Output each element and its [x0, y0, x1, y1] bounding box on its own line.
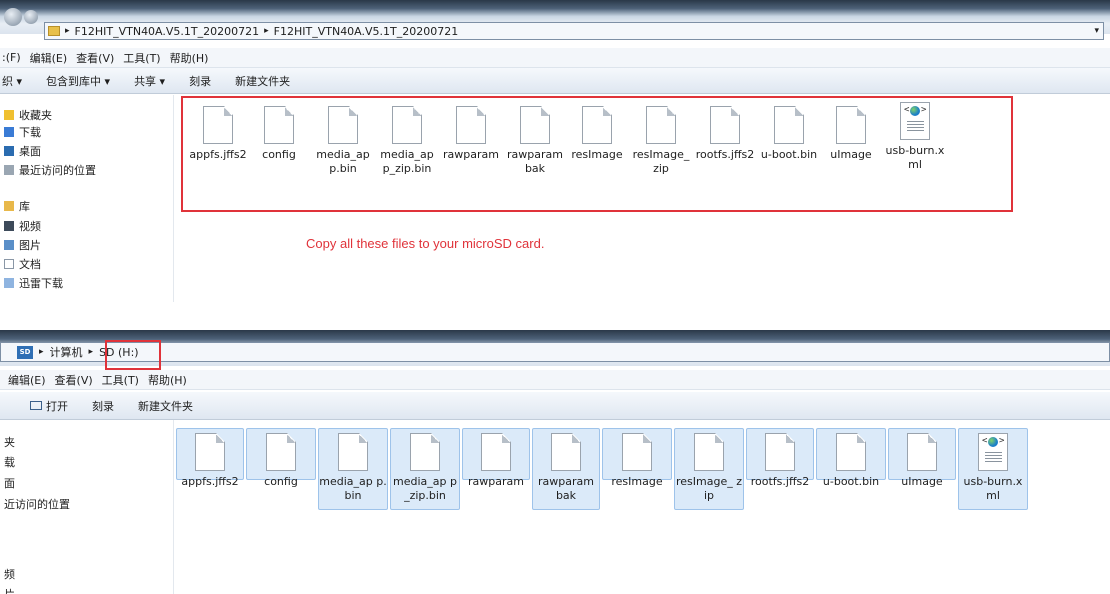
instruction-note: Copy all these files to your microSD car… — [306, 236, 545, 251]
menu-view[interactable]: 查看(V) — [76, 50, 114, 66]
bottom-nav-pane: 夹 载 面 近访问的位置 频 片 — [0, 420, 174, 594]
nav-pictures[interactable]: 片 — [4, 586, 15, 594]
file-icon — [836, 433, 866, 471]
nav-thunder-downloads[interactable]: 迅雷下载 — [4, 275, 63, 291]
nav-videos[interactable]: 视频 — [4, 218, 41, 234]
file-media-app-bin[interactable]: media_ap p.bin — [318, 428, 388, 510]
star-icon — [4, 110, 14, 120]
menu-tools[interactable]: 工具(T) — [123, 50, 160, 66]
nav-favorites[interactable]: 夹 — [4, 434, 15, 450]
breadcrumb-item[interactable]: F12HIT_VTN40A.V5.1T_20200721 — [274, 25, 459, 38]
highlight-box — [181, 96, 1013, 212]
file-config[interactable]: config — [246, 428, 316, 488]
nav-desktop[interactable]: 桌面 — [4, 143, 41, 159]
menu-view[interactable]: 查看(V) — [55, 372, 93, 388]
new-folder-button[interactable]: 新建文件夹 — [235, 73, 290, 89]
library-icon — [4, 201, 14, 211]
file-icon — [622, 433, 652, 471]
open-button[interactable]: 打开 — [46, 398, 68, 414]
top-nav-buttons[interactable] — [4, 8, 42, 26]
highlight-box-sd — [105, 340, 161, 370]
recent-icon — [4, 165, 14, 175]
menu-file[interactable]: :(F) — [2, 51, 21, 64]
top-address-bar[interactable]: ▸ F12HIT_VTN40A.V5.1T_20200721 ▸ F12HIT_… — [44, 22, 1104, 40]
file-icon — [410, 433, 440, 471]
share-button[interactable]: 共享 ▾ — [134, 73, 165, 89]
burn-button[interactable]: 刻录 — [189, 73, 211, 89]
nav-downloads[interactable]: 下载 — [4, 124, 41, 140]
nav-libraries[interactable]: 库 — [4, 198, 30, 214]
forward-icon[interactable] — [24, 10, 38, 24]
top-nav-pane: 收藏夹 下载 桌面 最近访问的位置 库 视频 图片 文档 迅雷下载 — [0, 95, 174, 302]
new-folder-button[interactable]: 新建文件夹 — [138, 398, 193, 414]
file-rawparam-bak[interactable]: rawparam bak — [532, 428, 600, 510]
organize-button[interactable]: 织 ▾ — [2, 73, 22, 89]
file-icon — [481, 433, 511, 471]
download-icon — [4, 127, 14, 137]
file-icon — [195, 433, 225, 471]
video-icon — [4, 221, 14, 231]
bottom-toolbar: 打开 刻录 新建文件夹 — [0, 392, 1110, 420]
nav-videos[interactable]: 频 — [4, 566, 15, 582]
file-rootfs-jffs2[interactable]: rootfs.jffs2 — [746, 428, 814, 488]
file-icon — [266, 433, 296, 471]
file-icon — [338, 433, 368, 471]
folder-icon — [48, 26, 60, 36]
folder-icon — [4, 278, 14, 288]
menu-edit[interactable]: 编辑(E) — [30, 50, 68, 66]
menu-edit[interactable]: 编辑(E) — [8, 372, 46, 388]
file-icon — [551, 433, 581, 471]
file-icon — [765, 433, 795, 471]
top-menubar: :(F) 编辑(E) 查看(V) 工具(T) 帮助(H) — [0, 48, 1110, 68]
top-toolbar: 织 ▾ 包含到库中 ▾ 共享 ▾ 刻录 新建文件夹 — [0, 68, 1110, 94]
menu-help[interactable]: 帮助(H) — [148, 372, 187, 388]
nav-pictures[interactable]: 图片 — [4, 237, 41, 253]
file-icon — [694, 433, 724, 471]
menu-help[interactable]: 帮助(H) — [170, 50, 209, 66]
nav-recent[interactable]: 近访问的位置 — [4, 496, 70, 512]
nav-documents[interactable]: 文档 — [4, 256, 41, 272]
nav-recent[interactable]: 最近访问的位置 — [4, 162, 96, 178]
file-u-boot-bin[interactable]: u-boot.bin — [816, 428, 886, 488]
file-icon — [907, 433, 937, 471]
file-resimage[interactable]: resImage — [602, 428, 672, 488]
menu-tools[interactable]: 工具(T) — [102, 372, 139, 388]
open-icon — [30, 401, 42, 410]
file-appfs-jffs2[interactable]: appfs.jffs2 — [176, 428, 244, 488]
desktop-icon — [4, 146, 14, 156]
xml-file-icon: < > — [978, 433, 1008, 471]
file-media-app-zip-bin[interactable]: media_ap p_zip.bin — [390, 428, 460, 510]
sd-drive-icon: SD — [17, 345, 33, 359]
include-library-button[interactable]: 包含到库中 ▾ — [46, 73, 110, 89]
nav-downloads[interactable]: 载 — [4, 454, 15, 470]
back-icon[interactable] — [4, 8, 22, 26]
bottom-menubar: 编辑(E) 查看(V) 工具(T) 帮助(H) — [0, 370, 1110, 390]
breadcrumb-item[interactable]: 计算机 — [50, 344, 83, 360]
file-uimage[interactable]: uImage — [888, 428, 956, 488]
nav-favorites[interactable]: 收藏夹 — [4, 107, 52, 123]
file-usb-burn-xml[interactable]: < > usb-burn.x ml — [958, 428, 1028, 510]
file-rawparam[interactable]: rawparam — [462, 428, 530, 488]
file-resimage-zip[interactable]: resImage_ zip — [674, 428, 744, 510]
document-icon — [4, 259, 14, 269]
nav-desktop[interactable]: 面 — [4, 475, 15, 491]
dropdown-icon[interactable]: ▾ — [1094, 26, 1099, 36]
breadcrumb-item[interactable]: F12HIT_VTN40A.V5.1T_20200721 — [75, 25, 260, 38]
burn-button[interactable]: 刻录 — [92, 398, 114, 414]
bottom-address-bar[interactable]: SD ▸ 计算机 ▸ SD (H:) — [0, 342, 1110, 362]
picture-icon — [4, 240, 14, 250]
